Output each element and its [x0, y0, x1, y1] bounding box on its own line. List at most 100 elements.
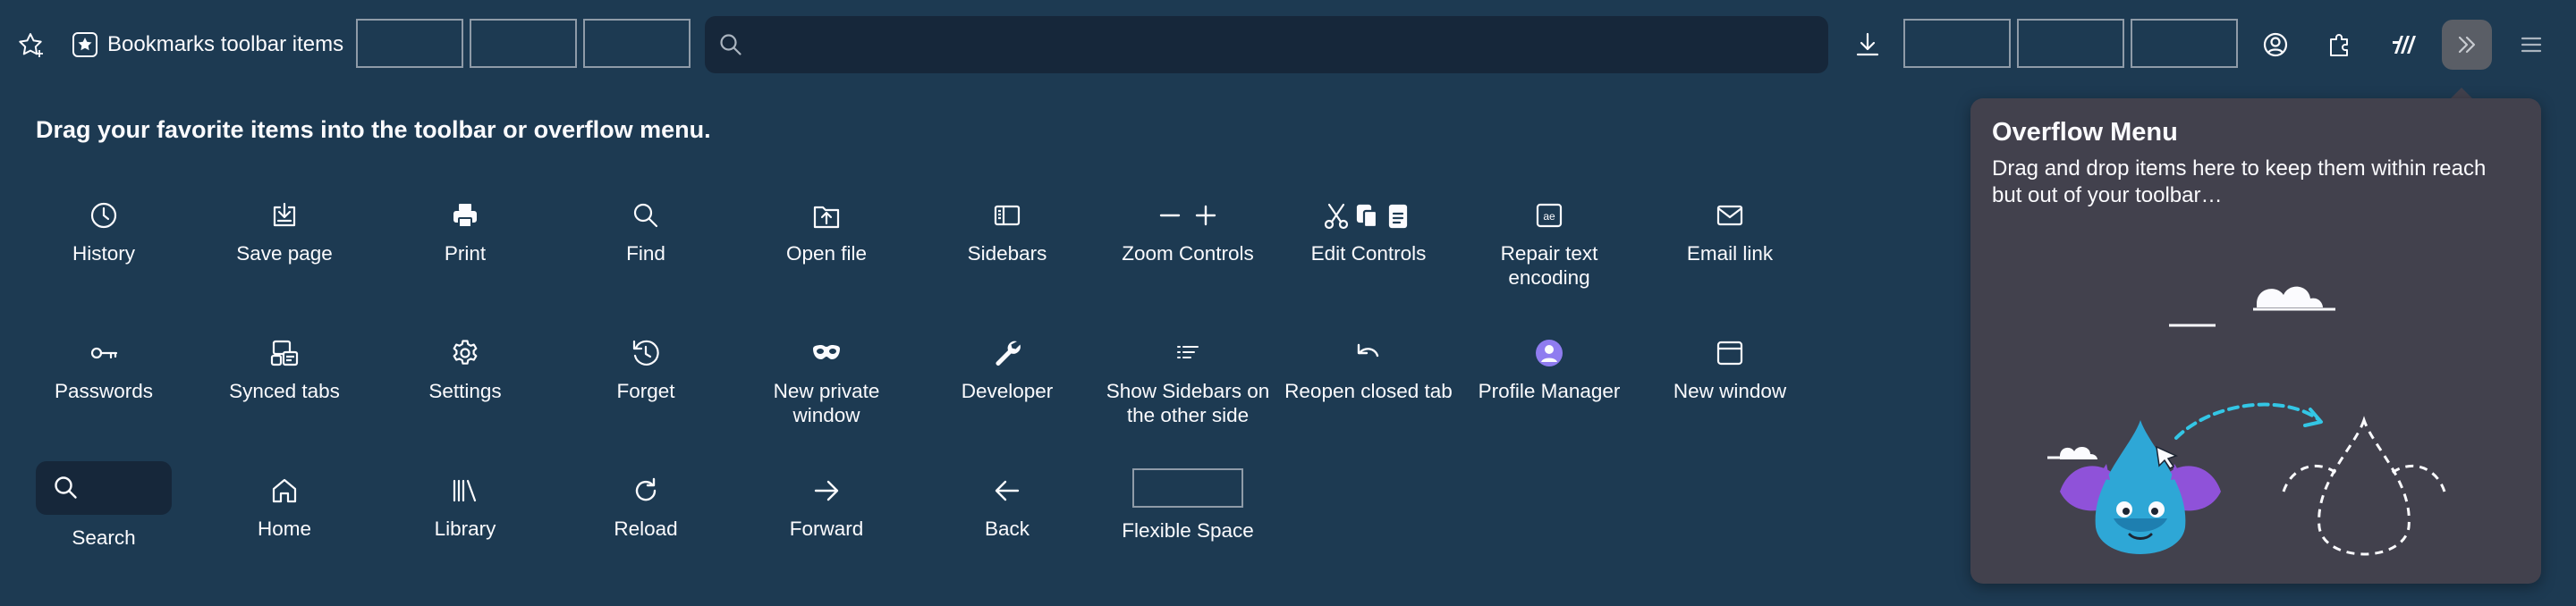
palette-item-home[interactable]: Home: [195, 474, 374, 541]
palette-item-label: Forward: [789, 518, 864, 540]
search-icon: [55, 476, 77, 499]
overflow-illustration-icon: [2047, 286, 2446, 556]
palette-item-sidebar-position[interactable]: Show Sidebars on the other side: [1098, 336, 1277, 427]
palette-item-label: New private window: [773, 380, 880, 426]
wrench-icon: [990, 336, 1024, 370]
extensions-puzzle-icon[interactable]: [2315, 20, 2365, 70]
palette-item-label: History: [72, 242, 135, 265]
palette-item-label: Print: [444, 242, 487, 265]
palette-item-label: Show Sidebars on the other side: [1106, 380, 1270, 426]
palette-item-label: New window: [1673, 380, 1787, 402]
palette-item-label: Library: [434, 518, 496, 540]
history-icon: [87, 198, 121, 232]
palette-item-history[interactable]: History: [14, 198, 193, 265]
toolbar-flexible-space[interactable]: [583, 19, 691, 68]
palette-item-library[interactable]: Library: [376, 474, 555, 541]
palette-item-save-page[interactable]: Save page: [195, 198, 374, 265]
forward-arrow-icon: [809, 474, 843, 508]
palette-item-developer[interactable]: Developer: [918, 336, 1097, 403]
account-icon[interactable]: [2250, 20, 2301, 70]
hamburger-menu-icon[interactable]: [2506, 20, 2556, 70]
open-file-icon: [809, 198, 843, 232]
key-icon: [87, 336, 121, 370]
customize-heading: Drag your favorite items into the toolba…: [36, 116, 711, 143]
search-box: [36, 461, 172, 515]
private-window-icon: [809, 336, 843, 370]
library-icon: [448, 474, 482, 508]
text-encoding-icon: ae: [1532, 198, 1566, 232]
palette-item-label: Save page: [236, 242, 333, 265]
toolbar-flexible-space[interactable]: [470, 19, 577, 68]
overflow-menu-description: Drag and drop items here to keep them wi…: [1992, 156, 2487, 207]
palette-item-email-link[interactable]: Email link: [1640, 198, 1819, 265]
palette-item-label: Passwords: [54, 380, 154, 402]
palette-item-label: Home: [257, 518, 312, 540]
zoom-controls-icon: [1152, 198, 1224, 232]
sidebar-position-icon: [1171, 336, 1205, 370]
new-window-icon: [1713, 336, 1747, 370]
palette-item-label: Repair text encoding: [1500, 242, 1598, 289]
palette-item-reopen-closed-tab[interactable]: Reopen closed tab: [1279, 336, 1458, 403]
bookmark-star-box-icon: [72, 32, 97, 57]
download-icon[interactable]: [1843, 20, 1893, 70]
reader-list-icon[interactable]: [2379, 20, 2429, 70]
palette-item-reload[interactable]: Reload: [556, 474, 735, 541]
email-icon: [1713, 198, 1747, 232]
palette-item-label: Profile Manager: [1478, 380, 1621, 402]
palette-item-label: Zoom Controls: [1122, 242, 1254, 265]
search-icon: [720, 34, 741, 55]
palette-item-forward[interactable]: Forward: [737, 474, 916, 541]
address-input[interactable]: [755, 31, 1828, 58]
palette-item-sidebars[interactable]: Sidebars: [918, 198, 1097, 265]
profile-icon: [1532, 336, 1566, 370]
svg-text:ae: ae: [1543, 210, 1555, 223]
forget-icon: [629, 336, 663, 370]
palette-item-open-file[interactable]: Open file: [737, 198, 916, 265]
save-page-icon: [267, 198, 301, 232]
palette-item-back[interactable]: Back: [918, 474, 1097, 541]
address-bar[interactable]: [705, 16, 1828, 73]
reload-icon: [629, 474, 663, 508]
toolbar-flexible-space[interactable]: [2017, 19, 2124, 68]
find-icon: [629, 198, 663, 232]
undo-icon: [1352, 336, 1385, 370]
toolbar-flexible-space[interactable]: [356, 19, 463, 68]
flexible-space-box: [1132, 468, 1243, 508]
palette-item-label: Email link: [1686, 242, 1774, 265]
palette-item-label: Back: [984, 518, 1030, 540]
palette-item-profile-manager[interactable]: Profile Manager: [1460, 336, 1639, 403]
palette-item-forget[interactable]: Forget: [556, 336, 735, 403]
toolbar-flexible-space[interactable]: [1903, 19, 2011, 68]
palette-item-repair-text-encoding[interactable]: ae Repair text encoding: [1460, 198, 1639, 290]
overflow-menu-panel[interactable]: Overflow Menu Drag and drop items here t…: [1970, 98, 2541, 584]
gear-icon: [448, 336, 482, 370]
palette-item-edit-controls[interactable]: Edit Controls: [1279, 198, 1458, 265]
bookmarks-toolbar-items[interactable]: Bookmarks toolbar items: [72, 27, 343, 63]
palette-item-new-window[interactable]: New window: [1640, 336, 1819, 403]
edit-controls-icon: [1319, 198, 1418, 232]
palette-item-label: Open file: [785, 242, 868, 265]
palette-item-label: Edit Controls: [1310, 242, 1427, 265]
palette-item-zoom-controls[interactable]: Zoom Controls: [1098, 198, 1277, 265]
palette-item-label: Flexible Space: [1122, 519, 1254, 542]
customize-toolbar: Bookmarks toolbar items: [0, 0, 2576, 89]
palette-item-settings[interactable]: Settings: [376, 336, 555, 403]
print-icon: [448, 198, 482, 232]
overflow-chevron-icon[interactable]: [2442, 20, 2492, 70]
palette-item-label: Search: [72, 526, 136, 549]
palette-item-new-private-window[interactable]: New private window: [737, 336, 916, 427]
palette-item-flexible-space[interactable]: Flexible Space: [1098, 468, 1277, 543]
palette-item-search[interactable]: Search: [14, 461, 193, 550]
overflow-menu-title: Overflow Menu: [1992, 118, 2178, 147]
toolbar-flexible-space[interactable]: [2131, 19, 2238, 68]
palette-item-label: Forget: [616, 380, 675, 402]
back-arrow-icon: [990, 474, 1024, 508]
bookmark-star-icon[interactable]: [5, 20, 55, 70]
palette-item-print[interactable]: Print: [376, 198, 555, 265]
palette-item-passwords[interactable]: Passwords: [14, 336, 193, 403]
palette-item-find[interactable]: Find: [556, 198, 735, 265]
palette-item-synced-tabs[interactable]: Synced tabs: [195, 336, 374, 403]
palette-item-label: Reload: [614, 518, 678, 540]
synced-tabs-icon: [267, 336, 301, 370]
palette-item-label: Synced tabs: [229, 380, 340, 402]
